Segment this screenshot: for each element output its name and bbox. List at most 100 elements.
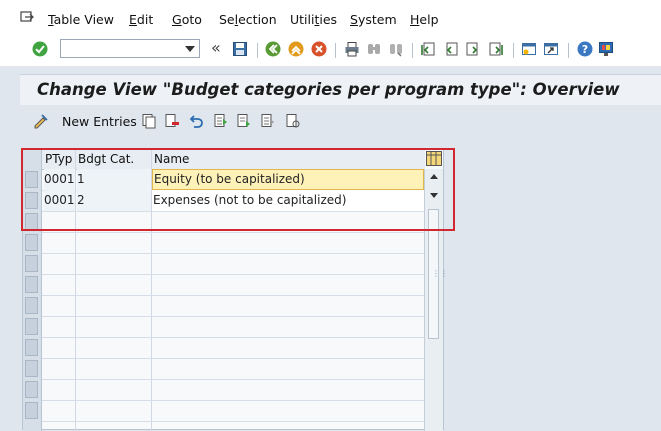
title-bar: Change View "Budget categories per progr… [20, 74, 661, 106]
cell-name[interactable]: Equity (to be capitalized) [152, 169, 424, 190]
help-icon[interactable]: ? [577, 41, 593, 57]
scroll-down-icon[interactable] [430, 193, 438, 198]
page-title: Change View "Budget categories per progr… [37, 80, 620, 99]
standard-toolbar: « ? [0, 34, 661, 67]
menu-selection[interactable]: Selection [219, 12, 277, 27]
table-row[interactable] [42, 295, 425, 317]
row-selector[interactable] [25, 402, 38, 419]
customize-layout-icon[interactable] [598, 41, 614, 57]
new-entries-button[interactable]: New Entries [62, 114, 137, 129]
select-all-icon[interactable] [213, 113, 229, 129]
menu-utilities-rest: ies [319, 12, 338, 27]
cell-name[interactable]: Expenses (not to be capitalized) [152, 190, 425, 211]
save-icon[interactable] [232, 41, 248, 57]
scroll-up-icon[interactable] [430, 174, 438, 179]
header-bdgt-cat[interactable]: Bdgt Cat. [78, 149, 134, 169]
menu-system-key: S [350, 12, 358, 27]
toolbar-separator [335, 43, 336, 58]
row-selector[interactable] [25, 360, 38, 377]
menu-help-rest: elp [419, 12, 439, 27]
scroll-grip-icon: ⋮⋮ [432, 269, 448, 278]
row-selector[interactable] [25, 234, 38, 251]
find-icon[interactable] [366, 41, 382, 57]
shortcut-icon[interactable] [543, 41, 559, 57]
table-header: PTyp Bdgt Cat. Name [42, 149, 425, 170]
find-next-icon[interactable] [388, 41, 404, 57]
row-selector[interactable] [25, 339, 38, 356]
row-selector[interactable] [25, 171, 38, 188]
menu-goto[interactable]: Goto [172, 12, 202, 27]
menu-edit-key: E [129, 12, 137, 27]
header-ptyp[interactable]: PTyp [45, 149, 72, 169]
row-selector[interactable] [25, 192, 38, 209]
menu-selection-rest: ection [238, 12, 277, 27]
enter-check-icon[interactable] [32, 41, 48, 57]
header-name[interactable]: Name [154, 149, 189, 169]
delete-icon[interactable] [164, 113, 180, 129]
toolbar-separator [513, 43, 514, 58]
table-row[interactable] [42, 400, 425, 422]
back-icon[interactable] [265, 41, 281, 57]
row-selector[interactable] [25, 381, 38, 398]
next-page-icon[interactable] [465, 41, 481, 57]
row-selector[interactable] [25, 276, 38, 293]
row-selector[interactable] [25, 213, 38, 230]
table-row[interactable] [42, 316, 425, 338]
table-row[interactable] [42, 232, 425, 254]
last-page-icon[interactable] [488, 41, 504, 57]
table-row[interactable] [42, 274, 425, 296]
vertical-scrollbar[interactable]: ⋮⋮ [424, 169, 448, 431]
table-row[interactable] [42, 253, 425, 275]
cell-ptyp[interactable]: 0001 [44, 169, 75, 190]
row-selector[interactable] [25, 255, 38, 272]
copy-as-icon[interactable] [141, 113, 157, 129]
chevron-down-icon[interactable] [185, 46, 195, 52]
cancel-icon[interactable] [311, 41, 327, 57]
toolbar-separator [412, 43, 413, 58]
deselect-all-icon[interactable] [260, 113, 276, 129]
menu-goto-key: G [172, 12, 182, 27]
toolbar-separator [257, 43, 258, 58]
menu-help[interactable]: Help [410, 12, 439, 27]
cell-bdgt-cat[interactable]: 2 [77, 190, 151, 211]
row-selector[interactable] [25, 318, 38, 335]
previous-page-icon[interactable] [443, 41, 459, 57]
select-block-icon[interactable] [236, 113, 252, 129]
menu-exit-icon[interactable] [20, 11, 34, 23]
table-row[interactable] [42, 211, 425, 233]
table-row[interactable]: 0001 2 Expenses (not to be capitalized) [42, 190, 425, 212]
menu-selection-pre: Se [219, 12, 235, 27]
print-icon[interactable] [344, 41, 360, 57]
display-change-icon[interactable] [33, 113, 49, 129]
menu-goto-rest: oto [181, 12, 202, 27]
undo-icon[interactable] [188, 113, 204, 129]
menu-utilities-pre: Utili [290, 12, 315, 27]
collapse-arrows-icon[interactable]: « [211, 38, 221, 57]
new-session-icon[interactable] [521, 41, 537, 57]
menu-system[interactable]: System [350, 12, 397, 27]
cell-ptyp[interactable]: 0001 [44, 190, 75, 211]
menu-help-key: H [410, 12, 420, 27]
application-toolbar: New Entries [20, 105, 661, 139]
menu-edit[interactable]: Edit [129, 12, 153, 27]
menu-table-view-rest: able View [53, 12, 114, 27]
table-row[interactable] [42, 379, 425, 401]
command-field[interactable] [60, 39, 200, 58]
row-selector[interactable] [25, 297, 38, 314]
first-page-icon[interactable] [420, 41, 436, 57]
print-view-icon[interactable] [285, 113, 301, 129]
menu-edit-rest: dit [136, 12, 154, 27]
table-row[interactable] [42, 337, 425, 359]
menu-system-rest: ystem [357, 12, 397, 27]
menu-utilities[interactable]: Utilities [290, 12, 337, 27]
cell-bdgt-cat[interactable]: 1 [77, 169, 151, 190]
menu-table-view[interactable]: Table View [48, 12, 114, 27]
exit-icon[interactable] [288, 41, 304, 57]
table-row[interactable]: 0001 1 Equity (to be capitalized) [42, 169, 425, 191]
menu-bar: Table View Edit Goto Selection Utilities… [0, 0, 661, 34]
table-control: PTyp Bdgt Cat. Name 0001 1 Equity (to be c… [22, 148, 448, 431]
svg-text:?: ? [582, 43, 588, 56]
table-settings-icon[interactable] [426, 151, 442, 166]
scroll-thumb[interactable]: ⋮⋮ [428, 209, 448, 339]
table-row[interactable] [42, 358, 425, 380]
